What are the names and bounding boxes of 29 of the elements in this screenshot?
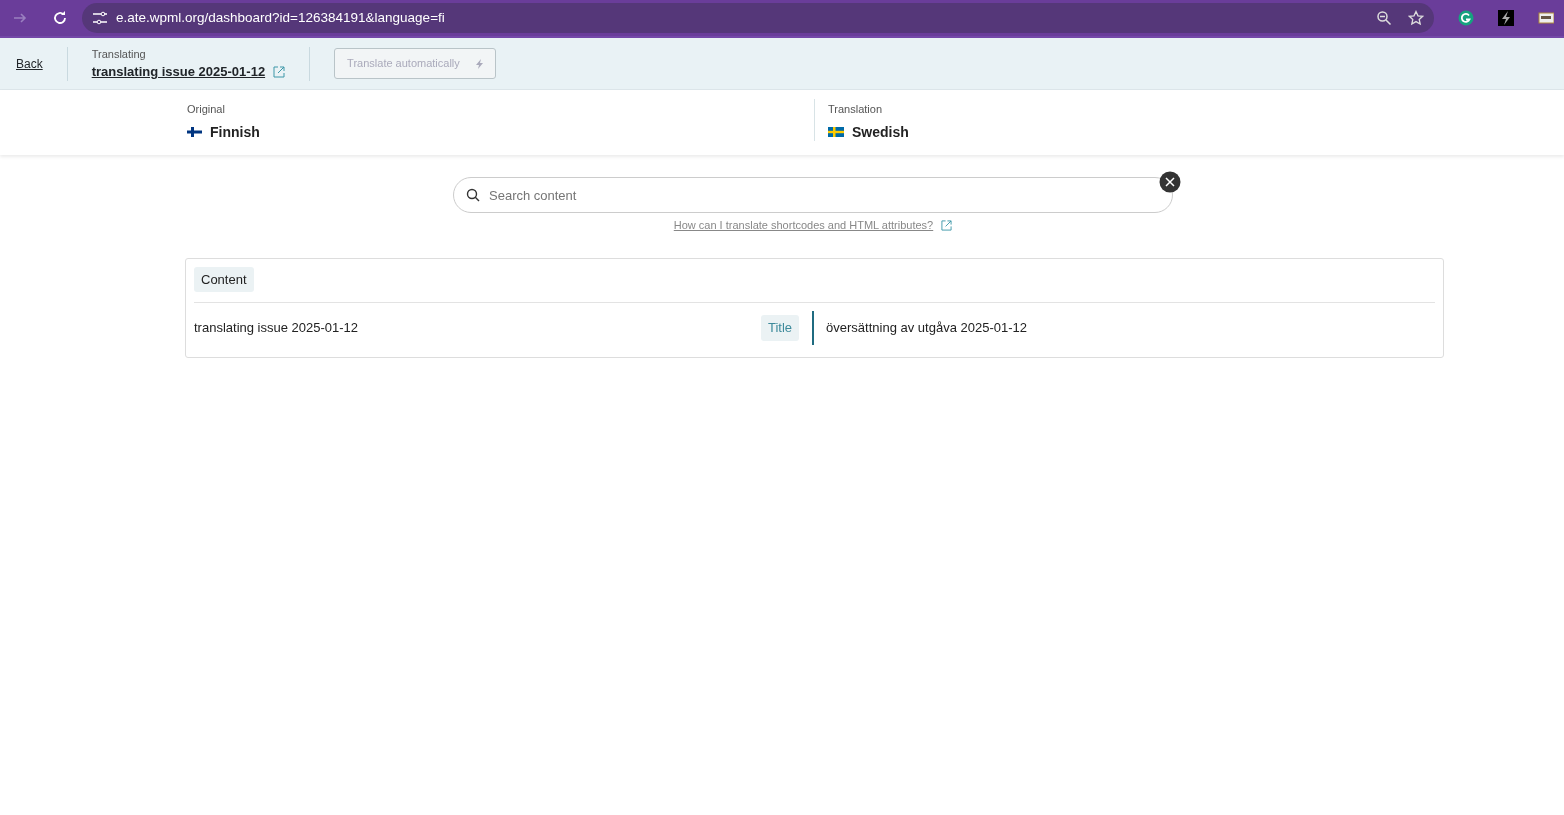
bolt-icon [475, 58, 483, 69]
original-label: Original [187, 102, 226, 117]
back-link[interactable]: Back [16, 54, 43, 73]
close-icon[interactable] [1159, 171, 1181, 193]
zoom-out-icon[interactable] [1376, 10, 1392, 26]
search-field[interactable]: Search content [453, 177, 1173, 213]
translation-label: Translation [828, 102, 883, 117]
extension-icon[interactable] [1458, 10, 1474, 26]
translation-language: Swedish [852, 122, 909, 142]
external-link-icon[interactable] [273, 65, 286, 78]
external-link-icon[interactable] [941, 219, 953, 231]
card-extension-icon[interactable] [1538, 11, 1554, 25]
search-icon [466, 188, 480, 202]
original-language: Finnish [210, 122, 260, 142]
source-text: translating issue 2025-01-12 [194, 319, 360, 338]
star-icon[interactable] [1408, 10, 1424, 26]
site-settings-icon[interactable] [92, 11, 108, 25]
finland-flag-icon [187, 127, 202, 137]
document-title-link[interactable]: translating issue 2025-01-12 [91, 62, 266, 82]
reload-icon[interactable] [52, 10, 68, 26]
bolt-extension-icon[interactable] [1498, 10, 1514, 26]
help-link[interactable]: How can I translate shortcodes and HTML attributes? [673, 217, 934, 234]
section-tag: Content [194, 266, 254, 292]
url-text: e.ate.wpml.org/dashboard?id=126384191&language=fi [116, 8, 446, 27]
type-tag: Title [761, 315, 800, 341]
address-bar[interactable]: e.ate.wpml.org/dashboard?id=126384191&language=fi [82, 3, 1434, 33]
sweden-flag-icon [828, 127, 844, 137]
translation-text[interactable]: översättning av utgåva 2025-01-12 [826, 318, 1027, 338]
translating-label: Translating [91, 46, 147, 62]
